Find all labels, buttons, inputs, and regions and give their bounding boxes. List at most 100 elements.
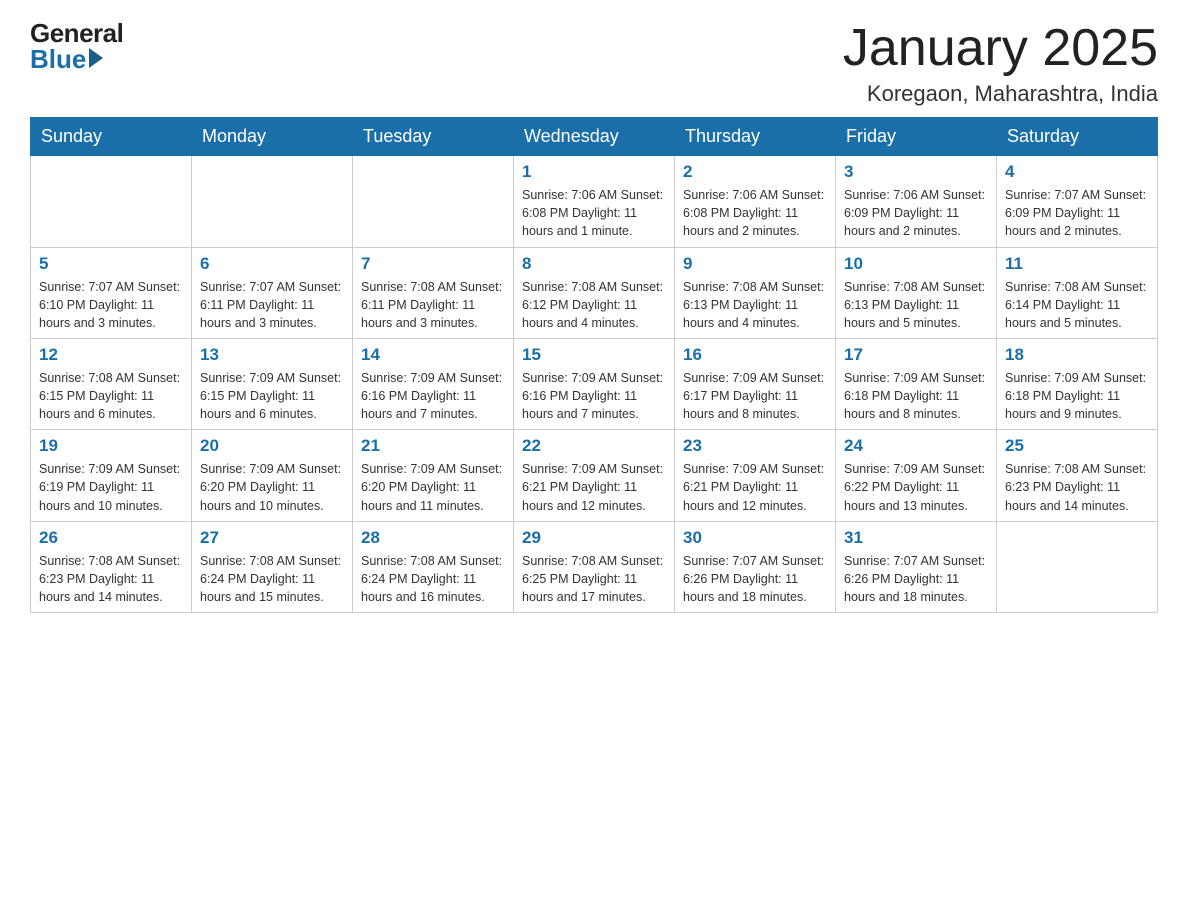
calendar-cell: 5 Sunrise: 7:07 AM Sunset: 6:10 PM Daylig… (31, 247, 192, 338)
day-info: Sunrise: 7:09 AM Sunset: 6:16 PM Dayligh… (522, 369, 666, 423)
day-of-week-header: Friday (836, 118, 997, 156)
day-number: 2 (683, 162, 827, 182)
day-number: 25 (1005, 436, 1149, 456)
calendar-cell (997, 521, 1158, 612)
day-info: Sunrise: 7:08 AM Sunset: 6:13 PM Dayligh… (683, 278, 827, 332)
day-of-week-header: Wednesday (514, 118, 675, 156)
day-number: 28 (361, 528, 505, 548)
day-number: 20 (200, 436, 344, 456)
day-info: Sunrise: 7:09 AM Sunset: 6:15 PM Dayligh… (200, 369, 344, 423)
day-of-week-header: Monday (192, 118, 353, 156)
day-info: Sunrise: 7:07 AM Sunset: 6:11 PM Dayligh… (200, 278, 344, 332)
location-text: Koregaon, Maharashtra, India (843, 81, 1158, 107)
day-number: 13 (200, 345, 344, 365)
calendar-week-row: 19 Sunrise: 7:09 AM Sunset: 6:19 PM Dayli… (31, 430, 1158, 521)
day-info: Sunrise: 7:09 AM Sunset: 6:16 PM Dayligh… (361, 369, 505, 423)
calendar-cell: 4Sunrise: 7:07 AM Sunset: 6:09 PM Daylig… (997, 156, 1158, 247)
day-number: 16 (683, 345, 827, 365)
calendar-cell: 9Sunrise: 7:08 AM Sunset: 6:13 PM Daylig… (675, 247, 836, 338)
day-number: 23 (683, 436, 827, 456)
calendar-cell (353, 156, 514, 247)
calendar-header-row: SundayMondayTuesdayWednesdayThursdayFrid… (31, 118, 1158, 156)
day-number: 26 (39, 528, 183, 548)
day-info: Sunrise: 7:08 AM Sunset: 6:25 PM Dayligh… (522, 552, 666, 606)
calendar-cell: 12Sunrise: 7:08 AM Sunset: 6:15 PM Dayli… (31, 338, 192, 429)
calendar-cell: 28 Sunrise: 7:08 AM Sunset: 6:24 PM Dayli… (353, 521, 514, 612)
calendar-cell: 29 Sunrise: 7:08 AM Sunset: 6:25 PM Dayli… (514, 521, 675, 612)
day-number: 15 (522, 345, 666, 365)
day-of-week-header: Sunday (31, 118, 192, 156)
calendar-cell: 20Sunrise: 7:09 AM Sunset: 6:20 PM Dayli… (192, 430, 353, 521)
day-number: 7 (361, 254, 505, 274)
day-number: 18 (1005, 345, 1149, 365)
day-info: Sunrise: 7:06 AM Sunset: 6:08 PM Dayligh… (522, 186, 666, 240)
day-number: 30 (683, 528, 827, 548)
day-of-week-header: Tuesday (353, 118, 514, 156)
calendar-week-row: 12Sunrise: 7:08 AM Sunset: 6:15 PM Dayli… (31, 338, 1158, 429)
day-info: Sunrise: 7:08 AM Sunset: 6:24 PM Dayligh… (361, 552, 505, 606)
month-title: January 2025 (843, 20, 1158, 77)
day-number: 17 (844, 345, 988, 365)
day-of-week-header: Thursday (675, 118, 836, 156)
calendar-week-row: 26Sunrise: 7:08 AM Sunset: 6:23 PM Dayli… (31, 521, 1158, 612)
calendar-cell: 19 Sunrise: 7:09 AM Sunset: 6:19 PM Dayli… (31, 430, 192, 521)
day-number: 19 (39, 436, 183, 456)
calendar-cell: 26Sunrise: 7:08 AM Sunset: 6:23 PM Dayli… (31, 521, 192, 612)
calendar-cell: 10 Sunrise: 7:08 AM Sunset: 6:13 PM Dayli… (836, 247, 997, 338)
day-number: 29 (522, 528, 666, 548)
logo: General Blue (30, 20, 123, 72)
calendar-cell (31, 156, 192, 247)
day-info: Sunrise: 7:07 AM Sunset: 6:26 PM Dayligh… (683, 552, 827, 606)
day-info: Sunrise: 7:08 AM Sunset: 6:11 PM Dayligh… (361, 278, 505, 332)
logo-general-text: General (30, 20, 123, 46)
calendar-cell: 6Sunrise: 7:07 AM Sunset: 6:11 PM Daylig… (192, 247, 353, 338)
day-info: Sunrise: 7:09 AM Sunset: 6:20 PM Dayligh… (361, 460, 505, 514)
calendar-cell: 13 Sunrise: 7:09 AM Sunset: 6:15 PM Dayli… (192, 338, 353, 429)
day-number: 4 (1005, 162, 1149, 182)
logo-triangle-icon (89, 48, 103, 68)
day-info: Sunrise: 7:06 AM Sunset: 6:08 PM Dayligh… (683, 186, 827, 240)
day-info: Sunrise: 7:09 AM Sunset: 6:19 PM Dayligh… (39, 460, 183, 514)
calendar-cell: 30 Sunrise: 7:07 AM Sunset: 6:26 PM Dayli… (675, 521, 836, 612)
day-info: Sunrise: 7:08 AM Sunset: 6:12 PM Dayligh… (522, 278, 666, 332)
calendar-cell: 7 Sunrise: 7:08 AM Sunset: 6:11 PM Daylig… (353, 247, 514, 338)
day-number: 10 (844, 254, 988, 274)
day-number: 5 (39, 254, 183, 274)
day-number: 22 (522, 436, 666, 456)
calendar-cell: 16Sunrise: 7:09 AM Sunset: 6:17 PM Dayli… (675, 338, 836, 429)
day-info: Sunrise: 7:09 AM Sunset: 6:21 PM Dayligh… (522, 460, 666, 514)
calendar-cell: 15 Sunrise: 7:09 AM Sunset: 6:16 PM Dayli… (514, 338, 675, 429)
day-info: Sunrise: 7:09 AM Sunset: 6:22 PM Dayligh… (844, 460, 988, 514)
day-info: Sunrise: 7:08 AM Sunset: 6:15 PM Dayligh… (39, 369, 183, 423)
calendar-cell: 21Sunrise: 7:09 AM Sunset: 6:20 PM Dayli… (353, 430, 514, 521)
day-info: Sunrise: 7:08 AM Sunset: 6:23 PM Dayligh… (1005, 460, 1149, 514)
day-info: Sunrise: 7:07 AM Sunset: 6:10 PM Dayligh… (39, 278, 183, 332)
day-info: Sunrise: 7:08 AM Sunset: 6:13 PM Dayligh… (844, 278, 988, 332)
calendar-cell: 31Sunrise: 7:07 AM Sunset: 6:26 PM Dayli… (836, 521, 997, 612)
day-info: Sunrise: 7:08 AM Sunset: 6:24 PM Dayligh… (200, 552, 344, 606)
calendar-table: SundayMondayTuesdayWednesdayThursdayFrid… (30, 117, 1158, 613)
calendar-cell: 18 Sunrise: 7:09 AM Sunset: 6:18 PM Dayli… (997, 338, 1158, 429)
day-info: Sunrise: 7:07 AM Sunset: 6:26 PM Dayligh… (844, 552, 988, 606)
day-number: 24 (844, 436, 988, 456)
calendar-cell: 27 Sunrise: 7:08 AM Sunset: 6:24 PM Dayli… (192, 521, 353, 612)
calendar-cell: 22 Sunrise: 7:09 AM Sunset: 6:21 PM Dayli… (514, 430, 675, 521)
day-number: 1 (522, 162, 666, 182)
calendar-cell: 8Sunrise: 7:08 AM Sunset: 6:12 PM Daylig… (514, 247, 675, 338)
title-block: January 2025 Koregaon, Maharashtra, Indi… (843, 20, 1158, 107)
calendar-cell: 17 Sunrise: 7:09 AM Sunset: 6:18 PM Dayli… (836, 338, 997, 429)
calendar-cell: 14 Sunrise: 7:09 AM Sunset: 6:16 PM Dayli… (353, 338, 514, 429)
day-number: 27 (200, 528, 344, 548)
day-info: Sunrise: 7:09 AM Sunset: 6:18 PM Dayligh… (1005, 369, 1149, 423)
calendar-cell: 23 Sunrise: 7:09 AM Sunset: 6:21 PM Dayli… (675, 430, 836, 521)
logo-blue-row: Blue (30, 46, 123, 72)
logo-blue-text: Blue (30, 46, 86, 72)
day-number: 14 (361, 345, 505, 365)
calendar-cell: 25 Sunrise: 7:08 AM Sunset: 6:23 PM Dayli… (997, 430, 1158, 521)
day-of-week-header: Saturday (997, 118, 1158, 156)
day-info: Sunrise: 7:09 AM Sunset: 6:21 PM Dayligh… (683, 460, 827, 514)
day-info: Sunrise: 7:09 AM Sunset: 6:18 PM Dayligh… (844, 369, 988, 423)
calendar-cell: 3Sunrise: 7:06 AM Sunset: 6:09 PM Daylig… (836, 156, 997, 247)
day-number: 11 (1005, 254, 1149, 274)
calendar-week-row: 1 Sunrise: 7:06 AM Sunset: 6:08 PM Daylig… (31, 156, 1158, 247)
